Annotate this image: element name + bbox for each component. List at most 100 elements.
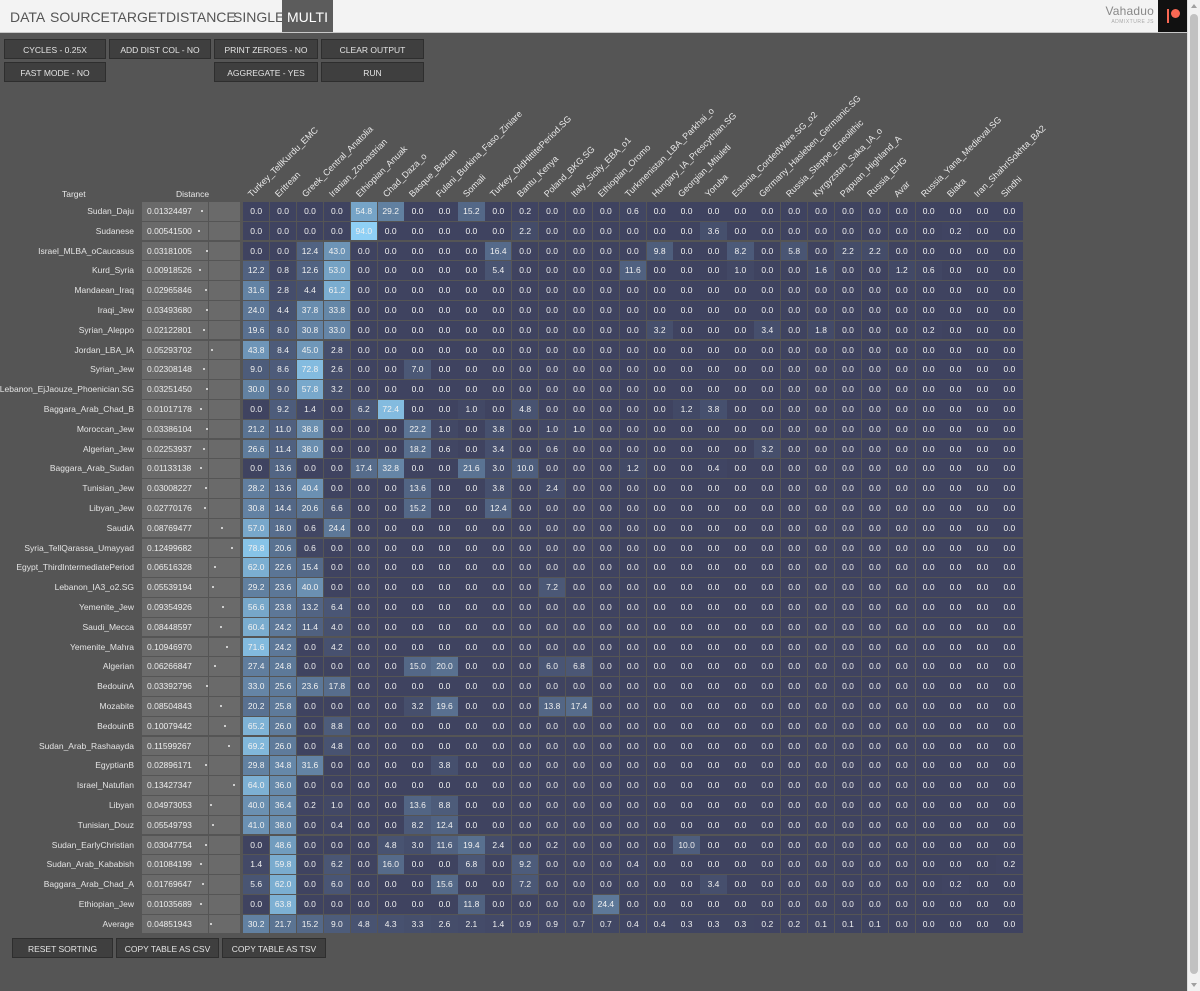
scroll-up-icon[interactable] — [1191, 4, 1197, 8]
table-cell: 0.0 — [996, 221, 1023, 241]
row-target-label: Kurd_Syria — [91, 265, 134, 276]
table-cell: 0.0 — [807, 637, 835, 657]
table-cell: 0.0 — [619, 360, 646, 379]
table-cell: 0.0 — [754, 895, 781, 914]
table-cell: 0.0 — [861, 400, 889, 419]
column-header[interactable]: Somali — [461, 172, 488, 199]
table-cell: 0.0 — [646, 360, 673, 379]
distance-cell: 0.03047754 — [142, 835, 208, 855]
table-cell: 0.0 — [834, 281, 862, 300]
table-cell: 0.0 — [377, 439, 404, 459]
print-zeroes-button[interactable]: PRINT ZEROES - NO — [214, 39, 318, 59]
table-cell: 0.0 — [377, 479, 404, 498]
table-cell: 0.0 — [969, 835, 996, 855]
copy-tsv-button[interactable]: COPY TABLE AS TSV — [222, 938, 326, 958]
table-cell: 0.0 — [996, 340, 1023, 360]
table-cell: 0.0 — [754, 835, 781, 855]
table-cell: 4.3 — [377, 914, 404, 934]
table-cell: 0.0 — [807, 538, 835, 558]
table-cell: 0.0 — [592, 340, 620, 360]
table-cell: 0.0 — [243, 835, 270, 855]
table-cell: 0.0 — [781, 776, 808, 795]
table-cell: 0.0 — [512, 499, 539, 518]
brand-logo: Vahaduo ADMIXTURE JS — [1105, 4, 1154, 25]
table-cell: 0.0 — [888, 875, 915, 894]
table-cell: 0.0 — [996, 301, 1023, 320]
table-cell: 0.0 — [807, 796, 835, 815]
table-cell: 0.0 — [404, 617, 431, 637]
reset-sorting-button[interactable]: RESET SORTING — [12, 938, 113, 958]
table-cell: 0.0 — [727, 578, 754, 597]
table-cell: 0.0 — [619, 380, 646, 399]
table-cell: 0.0 — [942, 439, 969, 459]
table-cell: 5.6 — [243, 875, 270, 894]
table-cell: 0.0 — [485, 558, 512, 577]
scroll-down-icon[interactable] — [1191, 983, 1197, 987]
table-cell: 0.0 — [888, 202, 915, 221]
table-cell: 0.0 — [592, 459, 620, 478]
table-cell: 15.4 — [296, 558, 324, 577]
column-header[interactable]: Avar — [892, 179, 912, 199]
table-cell: 0.0 — [458, 716, 485, 736]
table-cell: 20.6 — [296, 499, 324, 518]
table-cell: 0.0 — [269, 221, 297, 241]
run-button[interactable]: RUN — [321, 62, 424, 82]
table-cell: 0.0 — [431, 895, 458, 914]
table-cell: 0.0 — [727, 875, 754, 894]
table-cell: 0.0 — [404, 875, 431, 894]
table-cell: 0.0 — [915, 835, 942, 855]
nav-tab-multi[interactable]: MULTI — [282, 0, 333, 32]
table-cell: 0.0 — [915, 281, 942, 300]
table-cell: 0.0 — [781, 360, 808, 379]
copy-csv-button[interactable]: COPY TABLE AS CSV — [116, 938, 219, 958]
table-cell: 16.0 — [377, 855, 404, 874]
table-cell: 0.0 — [565, 796, 593, 815]
distance-column-header[interactable]: Distance — [176, 189, 209, 199]
table-cell: 0.0 — [512, 340, 539, 360]
table-cell: 0.0 — [781, 736, 808, 756]
table-cell: 0.0 — [431, 459, 458, 478]
fast-mode-button[interactable]: FAST MODE - NO — [4, 62, 106, 82]
table-cell: 22.2 — [404, 419, 431, 439]
table-cell: 24.2 — [269, 617, 297, 637]
column-header[interactable]: Biaka — [945, 176, 968, 199]
table-cell: 17.8 — [323, 677, 351, 696]
target-column-header[interactable]: Target — [62, 189, 86, 199]
nav-tab-distance[interactable]: DISTANCE — [166, 0, 236, 32]
table-cell: 0.0 — [996, 499, 1023, 518]
clear-output-button[interactable]: CLEAR OUTPUT — [321, 39, 424, 59]
aggregate-button[interactable]: AGGREGATE - YES — [214, 62, 318, 82]
table-cell: 0.0 — [592, 697, 620, 716]
nav-tab-source[interactable]: SOURCE — [50, 0, 110, 32]
table-cell: 0.0 — [485, 815, 512, 835]
table-cell: 1.2 — [888, 261, 915, 280]
table-cell: 0.0 — [861, 697, 889, 716]
table-cell: 0.0 — [377, 736, 404, 756]
table-cell: 0.0 — [673, 697, 700, 716]
table-cell: 0.0 — [942, 320, 969, 340]
table-cell: 0.0 — [431, 637, 458, 657]
table-cell: 0.0 — [969, 776, 996, 795]
table-cell: 0.0 — [592, 875, 620, 894]
table-cell: 0.0 — [592, 419, 620, 439]
table-cell: 0.0 — [565, 320, 593, 340]
table-cell: 0.0 — [915, 400, 942, 419]
table-cell: 0.0 — [942, 518, 969, 538]
table-cell: 0.0 — [350, 835, 377, 855]
add-dist-col-button[interactable]: ADD DIST COL - NO — [109, 39, 211, 59]
patreon-icon[interactable] — [1158, 0, 1188, 32]
column-header[interactable]: Sindhi — [999, 174, 1024, 199]
vertical-scrollbar[interactable] — [1187, 0, 1200, 991]
nav-tab-data[interactable]: DATA — [10, 0, 45, 32]
table-cell: 0.0 — [377, 716, 404, 736]
scrollbar-thumb[interactable] — [1190, 14, 1198, 974]
column-header[interactable]: Yoruba — [703, 172, 730, 199]
table-cell: 0.0 — [458, 677, 485, 696]
table-cell: 0.0 — [861, 578, 889, 597]
table-cell: 0.0 — [538, 796, 566, 815]
cycles-button[interactable]: CYCLES - 0.25X — [4, 39, 106, 59]
table-cell: 16.4 — [485, 241, 512, 261]
table-cell: 0.0 — [512, 776, 539, 795]
nav-tab-target[interactable]: TARGET — [110, 0, 166, 32]
nav-tab-single[interactable]: SINGLE — [233, 0, 284, 32]
